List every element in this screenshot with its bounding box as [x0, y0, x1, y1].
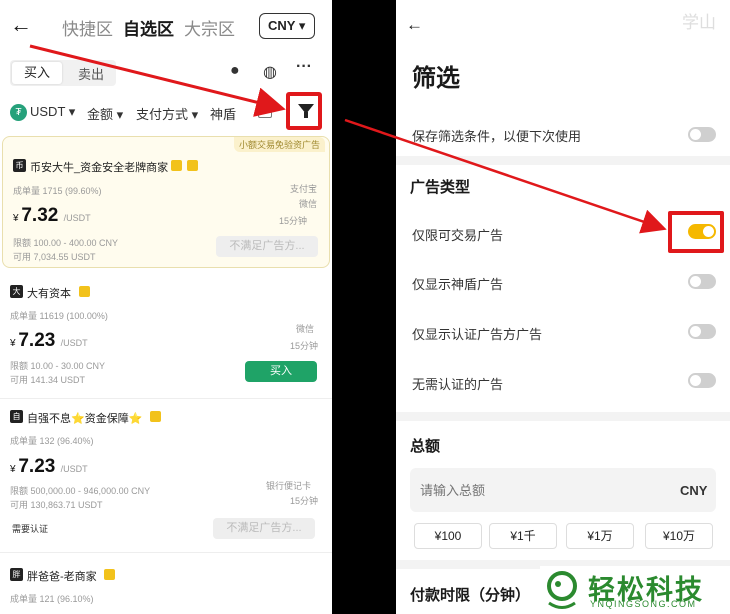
order-icon[interactable]: ◍ — [263, 62, 277, 82]
payment-method: 银行便记卡 — [266, 481, 312, 491]
option-label: 仅显示认证广告方广告 — [412, 327, 543, 342]
notification-icon[interactable]: ● — [230, 62, 240, 80]
save-filter-toggle[interactable] — [688, 127, 716, 142]
quick-amount-1k[interactable]: ¥1千 — [489, 523, 557, 549]
filter-button[interactable] — [286, 92, 322, 130]
shield-ads-toggle[interactable] — [688, 274, 716, 289]
payment-time: 15分钟 — [290, 341, 319, 351]
amount-input[interactable] — [410, 468, 716, 512]
ad-price: ¥ 7.23 /USDT — [10, 456, 88, 477]
buy-button-disabled[interactable]: 不满足广告方... — [213, 518, 315, 539]
tab-bulk-zone[interactable]: 大宗区 — [184, 15, 235, 40]
payment-method: 微信 — [296, 324, 315, 334]
quick-amount-10k[interactable]: ¥1万 — [566, 523, 634, 549]
merchant-avatar: 币 — [13, 159, 26, 172]
p2p-market-screen: ← 快捷区 自选区 大宗区 CNY ▾ 买入 卖出 ● ◍ ··· ₮ USDT… — [0, 0, 332, 614]
ad-limit: 限额 100.00 - 400.00 CNY — [13, 238, 119, 248]
ad-price: ¥ 7.32 /USDT — [13, 205, 91, 226]
merchant-badge-icon — [187, 160, 198, 171]
tab-quick-zone[interactable]: 快捷区 — [62, 15, 113, 40]
merchant-name[interactable]: 自强不息⭐资金保障⭐ — [27, 410, 142, 426]
payment-method: 微信 — [299, 199, 318, 209]
shield-filter-label: 神盾 — [210, 107, 237, 122]
filter-screen: 学山 ← 筛选 保存筛选条件，以便下次使用 广告类型 仅限可交易广告 仅显示神盾… — [396, 0, 730, 614]
ad-card[interactable]: 胖 胖爸爸-老商家 成单量 121 (96.10%) — [0, 556, 332, 614]
ad-available: 可用 7,034.55 USDT — [13, 252, 96, 262]
buy-sell-toggle: 买入 卖出 — [10, 60, 116, 86]
buy-button-disabled[interactable]: 不满足广告方... — [216, 236, 318, 257]
back-arrow-icon[interactable]: ← — [10, 12, 32, 38]
amount-currency: CNY — [680, 483, 708, 498]
highlight-box — [668, 211, 724, 253]
option-label: 无需认证的广告 — [412, 377, 504, 392]
currency-select[interactable]: CNY ▾ — [259, 13, 315, 39]
brand-logo: 轻松科技 YNQINGSONG.COM — [540, 566, 730, 614]
payment-filter[interactable]: 支付方式 ▾ — [136, 104, 198, 123]
ad-card[interactable]: 小额交易免验资广告 币 币安大牛_资金安全老牌商家 成单量 1715 (99.6… — [2, 136, 330, 268]
ad-card[interactable]: 自 自强不息⭐资金保障⭐ 成单量 132 (96.40%) ¥ 7.23 /US… — [0, 402, 332, 544]
merchant-avatar: 自 — [10, 410, 23, 423]
verified-badge-icon — [79, 286, 90, 297]
usdt-coin-icon: ₮ — [10, 104, 27, 121]
buy-button[interactable]: 买入 — [245, 361, 317, 382]
payment-time: 15分钟 — [279, 216, 308, 226]
ad-available: 可用 141.34 USDT — [10, 375, 86, 385]
buy-tab[interactable]: 买入 — [12, 62, 62, 84]
order-stats: 成单量 132 (96.40%) — [10, 436, 94, 446]
watermark: 学山 — [682, 13, 716, 32]
shield-checkbox[interactable] — [258, 104, 272, 118]
verified-badge-icon — [104, 569, 115, 580]
merchant-avatar: 大 — [10, 285, 23, 298]
ad-limit: 限额 10.00 - 30.00 CNY — [10, 361, 106, 371]
merchant-name[interactable]: 大有资本 — [27, 285, 71, 301]
order-stats: 成单量 11619 (100.00%) — [10, 311, 108, 321]
save-filter-label: 保存筛选条件，以便下次使用 — [412, 129, 582, 144]
ad-card[interactable]: 大 大有资本 成单量 11619 (100.00%) 微信 ¥ 7.23 /US… — [0, 278, 332, 396]
verified-advertiser-toggle[interactable] — [688, 324, 716, 339]
coin-select[interactable]: USDT ▾ — [30, 104, 75, 120]
logo-mark-icon — [547, 571, 577, 609]
no-verify-ads-toggle[interactable] — [688, 373, 716, 388]
order-stats: 成单量 1715 (99.60%) — [13, 186, 102, 196]
verified-badge-icon — [171, 160, 182, 171]
ad-type-heading: 广告类型 — [410, 179, 471, 196]
verified-badge-icon — [150, 411, 161, 422]
payment-method: 支付宝 — [290, 184, 318, 194]
payment-time: 15分钟 — [290, 496, 319, 506]
back-arrow-icon[interactable]: ← — [406, 15, 423, 35]
payment-time-heading: 付款时限（分钟） — [410, 587, 531, 604]
quick-amount-100k[interactable]: ¥10万 — [645, 523, 713, 549]
sell-tab[interactable]: 卖出 — [78, 64, 104, 83]
tab-custom-zone[interactable]: 自选区 — [123, 15, 174, 40]
ad-available: 可用 130,863.71 USDT — [10, 500, 103, 510]
amount-filter[interactable]: 金额 ▾ — [87, 104, 123, 123]
merchant-name[interactable]: 胖爸爸-老商家 — [27, 568, 97, 584]
option-label: 仅显示神盾广告 — [412, 277, 504, 292]
option-label: 仅限可交易广告 — [412, 228, 504, 243]
promo-tag: 小额交易免验资广告 — [233, 137, 325, 152]
order-stats: 成单量 121 (96.10%) — [10, 594, 94, 604]
logo-domain: YNQINGSONG.COM — [590, 599, 697, 609]
more-icon[interactable]: ··· — [296, 58, 312, 76]
merchant-avatar: 胖 — [10, 568, 23, 581]
ad-limit: 限额 500,000.00 - 946,000.00 CNY — [10, 486, 151, 496]
ad-price: ¥ 7.23 /USDT — [10, 330, 88, 351]
page-title: 筛选 — [412, 65, 460, 92]
video-gap — [332, 0, 396, 614]
amount-heading: 总额 — [410, 438, 441, 455]
quick-amount-100[interactable]: ¥100 — [414, 523, 482, 549]
merchant-name[interactable]: 币安大牛_资金安全老牌商家 — [30, 159, 168, 175]
filter-bar: ₮ USDT ▾ 金额 ▾ 支付方式 ▾ 神盾 — [10, 100, 330, 124]
verify-required-tag: 需要认证 — [12, 524, 49, 534]
top-nav: ← 快捷区 自选区 大宗区 CNY ▾ — [0, 0, 332, 52]
